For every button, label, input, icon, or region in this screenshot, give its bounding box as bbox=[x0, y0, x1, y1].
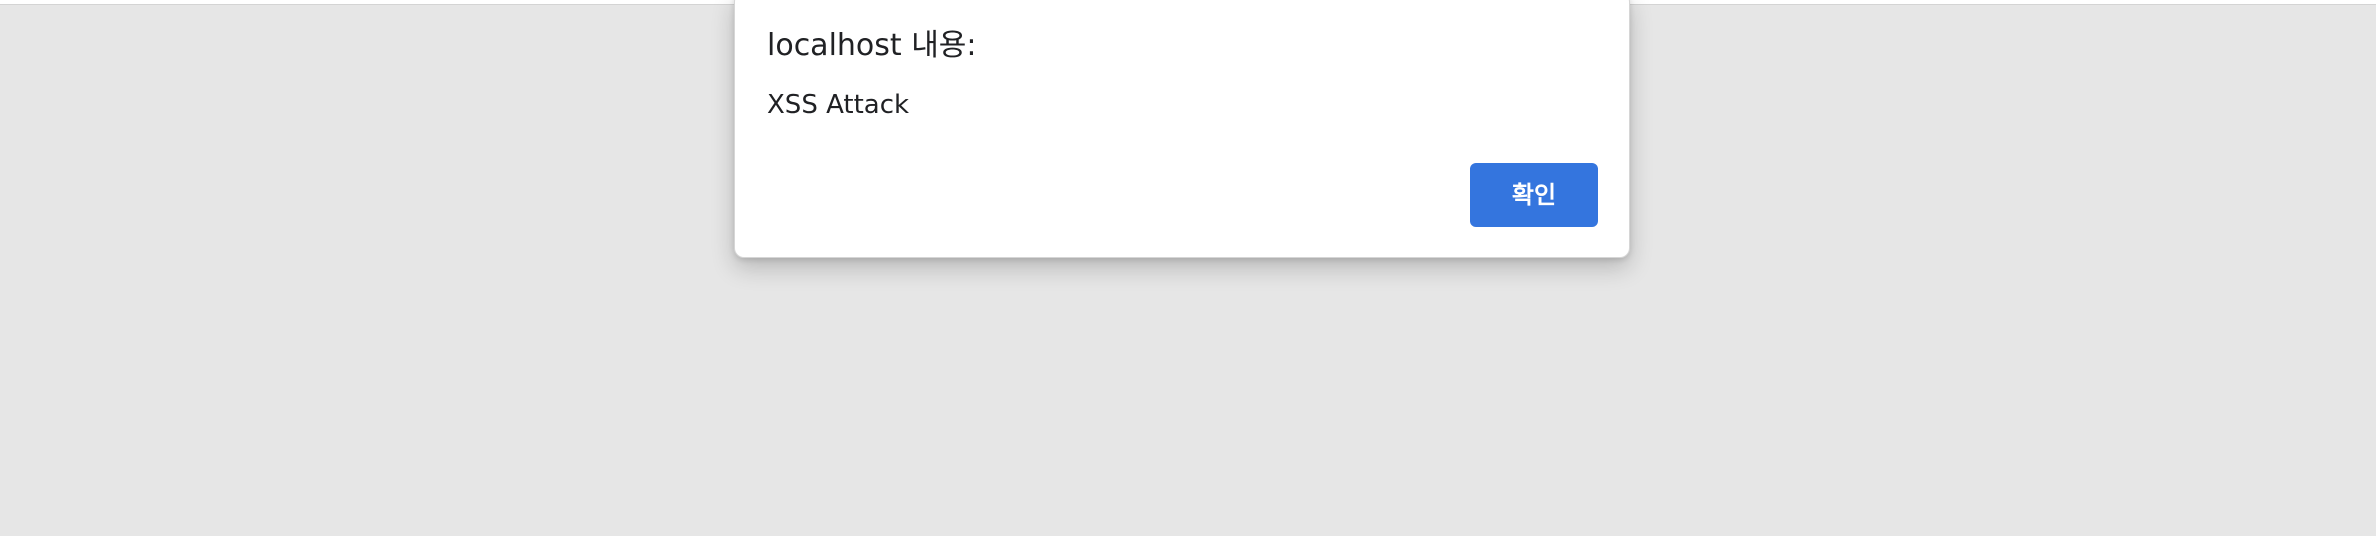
dialog-title: localhost 내용: bbox=[767, 28, 977, 63]
ok-button[interactable]: 확인 bbox=[1470, 163, 1598, 227]
dialog-message: XSS Attack bbox=[767, 90, 910, 120]
alert-dialog: localhost 내용: XSS Attack 확인 bbox=[734, 0, 1630, 258]
